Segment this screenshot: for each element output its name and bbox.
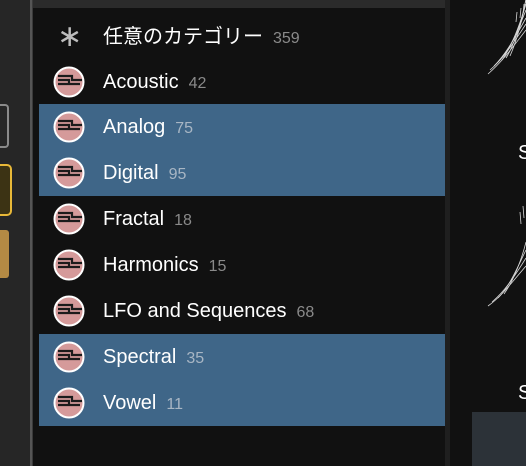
- toolbar-button[interactable]: [0, 104, 9, 148]
- category-item-digital[interactable]: Digital 95: [39, 150, 445, 196]
- asterisk-icon: ∗: [57, 19, 83, 54]
- category-label: 任意のカテゴリー 359: [103, 26, 300, 48]
- left-toolbar: [0, 0, 32, 466]
- category-label: Fractal 18: [103, 208, 192, 230]
- category-label: LFO and Sequences 68: [103, 300, 315, 322]
- category-label: Harmonics 15: [103, 254, 227, 276]
- category-item-harmonics[interactable]: Harmonics 15: [39, 242, 445, 288]
- category-label: Spectral 35: [103, 346, 205, 368]
- preview-label: S: [518, 142, 526, 164]
- wavetable-category-icon: [53, 66, 85, 98]
- category-count: 15: [208, 258, 227, 275]
- wavetable-category-icon: [53, 111, 85, 143]
- preview-tile[interactable]: [472, 412, 526, 466]
- category-label: Analog 75: [103, 116, 194, 138]
- category-label: Vowel 11: [103, 392, 183, 414]
- wavetable-category-icon: [53, 203, 85, 235]
- preview-label: S: [518, 382, 526, 404]
- toolbar-button-active[interactable]: [0, 164, 12, 216]
- category-label: Acoustic 42: [103, 71, 207, 93]
- category-item-analog[interactable]: Analog 75: [39, 104, 445, 150]
- category-count: 75: [175, 120, 194, 137]
- category-count: 359: [273, 30, 300, 47]
- category-label: Digital 95: [103, 162, 187, 184]
- wavetable-category-icon: [53, 341, 85, 373]
- category-item-fractal[interactable]: Fractal 18: [39, 196, 445, 242]
- category-count: 42: [188, 75, 207, 92]
- category-item-vowel[interactable]: Vowel 11: [39, 380, 445, 426]
- wavetable-category-icon: [53, 387, 85, 419]
- category-item-any[interactable]: ∗ 任意のカテゴリー 359: [39, 14, 445, 60]
- divider: [30, 0, 32, 466]
- category-count: 95: [168, 166, 187, 183]
- category-count: 35: [186, 350, 205, 367]
- category-item-acoustic[interactable]: Acoustic 42: [39, 59, 445, 105]
- wavetable-preview-panel: S S: [450, 0, 526, 466]
- panel-top-bar: [33, 0, 450, 8]
- wavetable-category-icon: [53, 295, 85, 327]
- category-count: 68: [296, 304, 315, 321]
- category-count: 11: [166, 396, 183, 413]
- category-item-spectral[interactable]: Spectral 35: [39, 334, 445, 380]
- category-item-lfo-and-sequences[interactable]: LFO and Sequences 68: [39, 288, 445, 334]
- wavetable-category-icon: [53, 157, 85, 189]
- category-list-panel: ∗ 任意のカテゴリー 359 Acoustic 42 Analog 75 Digita…: [33, 0, 450, 466]
- waveform-thumbnail: [487, 0, 526, 307]
- toolbar-button-tan[interactable]: [0, 230, 9, 278]
- wavetable-category-icon: [53, 249, 85, 281]
- category-count: 18: [174, 212, 192, 229]
